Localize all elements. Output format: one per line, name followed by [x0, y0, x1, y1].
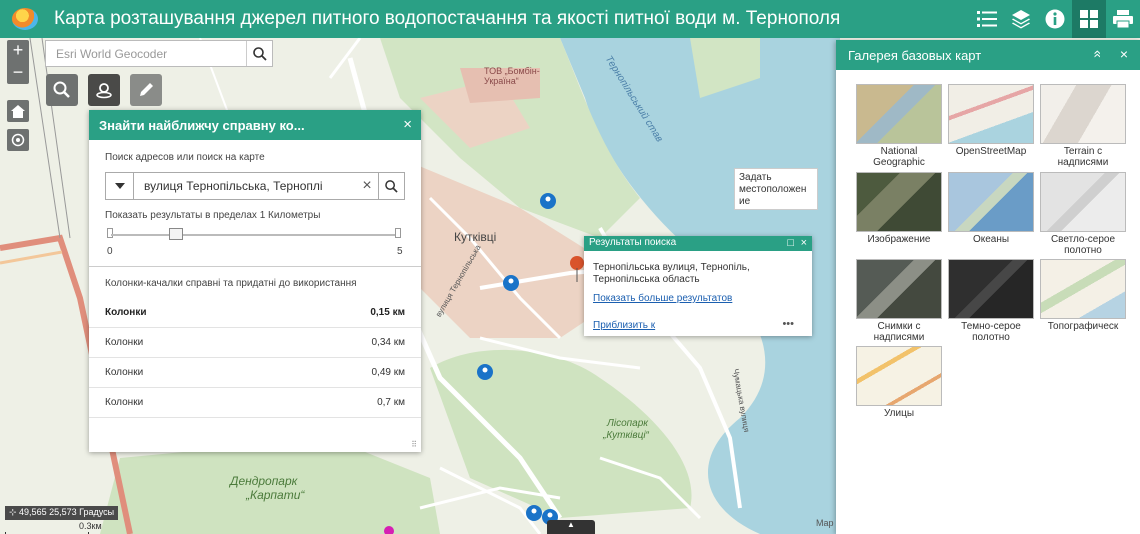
district-label: Кутківці — [454, 230, 497, 244]
draw-tool-button[interactable] — [130, 74, 162, 106]
app-header: Карта розташування джерел питного водопо… — [0, 0, 1140, 38]
more-results-link[interactable]: Показать больше результатов — [593, 293, 732, 304]
results-title: Колонки-качалки справні та придатні до в… — [105, 278, 357, 289]
basemap-imagery[interactable]: Изображение — [854, 172, 944, 245]
company-label: ТОВ „Бомбін-Україна“ — [484, 66, 540, 86]
geocoder-search: Esri World Geocoder — [45, 40, 273, 67]
basemap-openstreetmap[interactable]: OpenStreetMap — [946, 84, 1036, 157]
search-source-dropdown[interactable] — [106, 173, 134, 199]
pencil-icon — [140, 83, 153, 96]
more-actions-button[interactable]: ••• — [782, 318, 794, 330]
address-search: вулиця Тернопільська, Терноплі × — [105, 172, 405, 200]
basemap-dark-gray[interactable]: Темно-серое полотно — [946, 259, 1036, 343]
nearby-close-button[interactable]: × — [403, 116, 412, 133]
collapse-button[interactable]: » — [1088, 50, 1104, 58]
basemap-thumbnail — [1040, 259, 1126, 319]
basemap-streets[interactable]: Улицы — [854, 346, 944, 419]
park-label-1b: „Карпати“ — [246, 488, 305, 502]
search-tool-button[interactable] — [46, 74, 78, 106]
zoom-to-link[interactable]: Приблизить к — [593, 320, 655, 331]
nearby-title: Знайти найближчу справну ко... — [99, 118, 305, 133]
magnifier-icon — [53, 81, 70, 98]
locate-icon — [11, 133, 25, 147]
basemap-oceans[interactable]: Океаны — [946, 172, 1036, 245]
slider-max-label: 5 — [397, 246, 403, 257]
result-row[interactable]: Колонки 0,49 км — [89, 358, 421, 388]
basemap-terrain-labels[interactable]: Terrain с надписями — [1038, 84, 1128, 168]
gallery-close-button[interactable]: × — [1120, 46, 1128, 62]
zoom-in-button[interactable]: + — [7, 40, 29, 62]
divider — [89, 266, 421, 267]
search-icon — [385, 179, 398, 193]
gallery-title: Галерея базовых карт — [848, 48, 982, 63]
print-icon[interactable] — [1106, 0, 1140, 38]
basemap-thumbnail — [1040, 172, 1126, 232]
result-row[interactable]: Колонки 0,7 км — [89, 388, 421, 418]
basemap-light-gray[interactable]: Светло-серое полотно — [1038, 172, 1128, 256]
zoom-out-button[interactable]: − — [7, 62, 29, 84]
zoom-control: + − — [7, 40, 29, 84]
search-icon — [252, 46, 267, 61]
home-button[interactable] — [7, 100, 29, 122]
gallery-icon[interactable] — [1072, 0, 1106, 38]
set-location-tooltip: Задать местоположен ие — [734, 168, 818, 210]
distance-slider-thumb[interactable] — [169, 228, 183, 240]
address-input[interactable]: вулиця Тернопільська, Терноплі — [134, 179, 356, 193]
app-logo — [10, 6, 40, 32]
basemap-gallery-panel: Галерея базовых карт » × National Geogra… — [836, 40, 1140, 534]
park-label-2b: „Кутківці“ — [603, 430, 649, 441]
basemap-thumbnail — [948, 84, 1034, 144]
attribution: Map — [816, 518, 834, 528]
search-label: Поиск адресов или поиск на карте — [105, 152, 265, 163]
range-label: Показать результаты в пределах 1 Километ… — [105, 210, 321, 221]
basemap-thumbnail — [856, 346, 942, 406]
park-label-1: Дендропарк — [230, 474, 298, 488]
layers-icon[interactable] — [1004, 0, 1038, 38]
basemap-thumbnail — [856, 84, 942, 144]
crosshair-icon: ⊹ — [9, 507, 20, 517]
result-row[interactable]: Колонки 0,34 км — [89, 328, 421, 358]
basemap-imagery-labels[interactable]: Снимки с надписями — [854, 259, 944, 343]
resize-handle[interactable]: ⠿ — [411, 440, 417, 449]
info-icon[interactable] — [1038, 0, 1072, 38]
locate-button[interactable] — [7, 129, 29, 151]
address-search-button[interactable] — [378, 173, 404, 199]
nearby-tool-button[interactable] — [88, 74, 120, 106]
nearby-panel: Знайти найближчу справну ко... × Поиск а… — [89, 110, 421, 452]
geocoder-search-button[interactable] — [246, 41, 272, 66]
basemap-thumbnail — [856, 172, 942, 232]
basemap-national-geographic[interactable]: National Geographic — [854, 84, 944, 168]
nearby-header: Знайти найближчу справну ко... × — [89, 110, 421, 140]
basemap-thumbnail — [948, 172, 1034, 232]
clear-search-button[interactable]: × — [356, 177, 378, 195]
popup-title: Результаты поиска — [589, 237, 677, 248]
popup-close-button[interactable]: × — [801, 237, 807, 249]
slider-max-handle — [395, 228, 401, 238]
popup-address: Тернопільська вулиця, Тернопіль, Тернопі… — [593, 262, 750, 285]
search-result-popup: Результаты поиска □ × Тернопільська вули… — [584, 236, 812, 336]
basemap-topographic[interactable]: Топографическ — [1038, 259, 1128, 332]
popup-header: Результаты поиска □ × — [584, 236, 812, 251]
geocoder-input[interactable]: Esri World Geocoder — [46, 41, 246, 66]
gallery-header: Галерея базовых карт » × — [836, 40, 1140, 70]
home-icon — [11, 104, 25, 118]
maximize-icon[interactable]: □ — [787, 237, 794, 249]
distance-slider-track[interactable] — [111, 234, 397, 236]
coordinates-readout: ⊹ 49,565 25,573 Градусы — [5, 506, 119, 520]
list-icon[interactable] — [970, 0, 1004, 38]
location-pin-icon — [96, 83, 112, 99]
slider-min-handle — [107, 228, 113, 238]
slider-min-label: 0 — [107, 246, 113, 257]
basemap-thumbnail — [856, 259, 942, 319]
park-label-2: Лісопарк — [607, 418, 648, 429]
chevron-down-icon — [114, 183, 125, 189]
expand-panel-button[interactable]: ▲ — [547, 520, 595, 534]
app-title: Карта розташування джерел питного водопо… — [54, 8, 841, 29]
basemap-thumbnail — [948, 259, 1034, 319]
basemap-thumbnail — [1040, 84, 1126, 144]
result-row[interactable]: Колонки 0,15 км — [89, 298, 421, 328]
